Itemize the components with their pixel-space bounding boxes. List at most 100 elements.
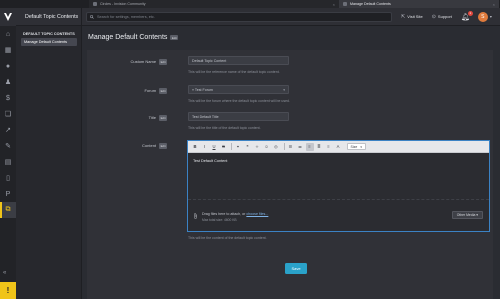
title-field[interactable]: Test Default Title bbox=[188, 112, 289, 121]
title-label: Title Edit bbox=[87, 115, 167, 121]
file-icon[interactable]: ▯ bbox=[0, 170, 16, 186]
dollar-icon[interactable]: $ bbox=[0, 90, 16, 106]
edit-tag[interactable]: Edit bbox=[159, 115, 167, 121]
strikethrough-button[interactable]: S bbox=[220, 143, 228, 151]
search-placeholder: Search for settings, members, etc. bbox=[97, 14, 155, 19]
text-color-icon[interactable]: A bbox=[334, 143, 342, 151]
bold-button[interactable]: B bbox=[191, 143, 199, 151]
quote-icon[interactable]: ❝ bbox=[244, 143, 252, 151]
user-icon[interactable]: ♟ bbox=[0, 74, 16, 90]
editor-toolbar: B I U S ⚭ ❝ ‹› ☺ ◎ ☰ ≔ ≡ ≣ ≡ A Size ▾ bbox=[188, 141, 489, 153]
support-link[interactable]: ⊙ Support bbox=[432, 14, 452, 20]
warning-icon[interactable]: ! bbox=[0, 282, 16, 299]
sidebar-item-manage-default-contents[interactable]: Manage Default Contents bbox=[21, 38, 77, 46]
support-label: Support bbox=[437, 14, 452, 19]
forum-select[interactable]: » Test Forum ▾ bbox=[188, 85, 289, 94]
top-header: Search for settings, members, etc. ⇱ Vis… bbox=[82, 8, 500, 26]
favicon-icon bbox=[343, 2, 347, 6]
rich-text-editor: B I U S ⚭ ❝ ‹› ☺ ◎ ☰ ≔ ≡ ≣ ≡ A Size ▾ Te… bbox=[187, 140, 490, 232]
dropzone-instruction: Drag files here to attach, or bbox=[202, 212, 247, 216]
pages-icon[interactable]: P bbox=[0, 186, 16, 202]
code-icon[interactable]: ‹› bbox=[253, 143, 261, 151]
sidebar-title: Default Topic Contents bbox=[16, 8, 81, 26]
forum-label-text: Forum bbox=[144, 88, 157, 93]
home-icon[interactable]: ⌂ bbox=[0, 26, 16, 42]
visit-site-label: Visit Site bbox=[407, 14, 423, 19]
spoiler-icon[interactable]: ◎ bbox=[272, 143, 280, 151]
search-input[interactable]: Search for settings, members, etc. bbox=[86, 11, 392, 22]
numbered-list-icon[interactable]: ≔ bbox=[296, 143, 304, 151]
underline-button[interactable]: U bbox=[210, 143, 218, 151]
form-panel: Custom Name Edit Default Topic Content T… bbox=[87, 50, 493, 299]
brush-icon[interactable]: ✎ bbox=[0, 138, 16, 154]
edit-tag[interactable]: Edit bbox=[159, 88, 167, 94]
favicon-icon bbox=[93, 2, 97, 6]
forum-label: Forum Edit bbox=[87, 88, 167, 94]
align-center-icon[interactable]: ≣ bbox=[315, 143, 323, 151]
toolbar-divider bbox=[231, 143, 232, 150]
main-content: Manage Default Contents Edit Custom Name… bbox=[82, 26, 500, 299]
admin-icon-rail: ⌂ ▦ ● ♟ $ ❏ ↗ ✎ ▤ ▯ P ⧉ « ! bbox=[0, 8, 16, 299]
notifications-button[interactable]: 🔔︎ 1 bbox=[461, 10, 473, 21]
search-icon bbox=[90, 14, 94, 19]
title-label-text: Title bbox=[148, 115, 157, 120]
other-media-button[interactable]: Other Media ▾ bbox=[451, 211, 483, 219]
page-title-text: Manage Default Contents bbox=[88, 34, 168, 41]
forum-value: » Test Forum bbox=[192, 87, 213, 92]
layers-icon[interactable]: ❏ bbox=[0, 106, 16, 122]
custom-name-label: Custom Name Edit bbox=[87, 59, 167, 65]
chevron-down-icon[interactable]: ▾ bbox=[490, 14, 492, 19]
visit-site-link[interactable]: ⇱ Visit Site bbox=[401, 14, 423, 20]
choose-files-link[interactable]: choose files... bbox=[246, 212, 268, 216]
content-label-text: Content bbox=[142, 143, 157, 148]
copy-icon[interactable]: ⧉ bbox=[0, 202, 16, 218]
logo-icon bbox=[4, 13, 12, 21]
chevron-down-icon: ▾ bbox=[283, 87, 285, 92]
custom-name-field[interactable]: Default Topic Content bbox=[188, 56, 289, 65]
close-tab-icon[interactable]: × bbox=[333, 2, 335, 7]
custom-name-help: This will be the reference name of the d… bbox=[188, 70, 280, 74]
dropzone-text: Drag files here to attach, or choose fil… bbox=[202, 212, 268, 216]
toolbar-divider bbox=[283, 143, 285, 150]
paperclip-icon bbox=[194, 213, 197, 219]
font-size-label: Size bbox=[350, 144, 358, 149]
content-label: Content Edit bbox=[87, 143, 167, 149]
font-size-select[interactable]: Size ▾ bbox=[346, 143, 366, 150]
support-icon: ⊙ bbox=[431, 13, 436, 20]
max-size-text: Max total size: 4600 KB bbox=[202, 218, 237, 222]
browser-tab-circles[interactable]: Circles - Invision Community × bbox=[89, 0, 339, 8]
content-help: This will be the content of the default … bbox=[188, 236, 267, 240]
close-tab-icon[interactable]: × bbox=[493, 2, 495, 7]
server-icon[interactable]: ▤ bbox=[0, 154, 16, 170]
edit-tag[interactable]: Edit bbox=[159, 59, 167, 65]
attachment-dropzone[interactable]: Drag files here to attach, or choose fil… bbox=[188, 199, 489, 231]
browser-tab-label: Circles - Invision Community bbox=[100, 2, 146, 6]
custom-name-label-text: Custom Name bbox=[130, 59, 157, 64]
link-icon[interactable]: ⚭ bbox=[234, 143, 242, 151]
chat-icon[interactable]: ● bbox=[0, 58, 16, 74]
edit-tag[interactable]: Edit bbox=[159, 143, 167, 149]
chevron-down-icon: ▾ bbox=[360, 144, 362, 149]
italic-button[interactable]: I bbox=[201, 143, 209, 151]
bullet-list-icon[interactable]: ☰ bbox=[287, 143, 295, 151]
notification-badge: 1 bbox=[467, 10, 473, 16]
grid-icon[interactable]: ▦ bbox=[0, 42, 16, 58]
custom-name-value: Default Topic Content bbox=[192, 58, 227, 63]
save-button[interactable]: Save bbox=[285, 263, 307, 274]
browser-tab-strip: Circles - Invision Community × Manage De… bbox=[0, 0, 500, 8]
editor-content-text: Test Default Content bbox=[193, 159, 228, 163]
browser-tab-label: Manage Default Contents bbox=[350, 2, 391, 6]
emoji-icon[interactable]: ☺ bbox=[263, 143, 271, 151]
align-left-icon[interactable]: ≡ bbox=[305, 142, 314, 151]
secondary-sidebar: Default Topic Contents DEFAULT TOPIC CON… bbox=[16, 8, 82, 299]
edit-tag[interactable]: Edit bbox=[170, 34, 179, 41]
avatar[interactable]: S bbox=[477, 11, 488, 22]
browser-tab-manage[interactable]: Manage Default Contents × bbox=[339, 0, 499, 8]
external-link-icon: ⇱ bbox=[401, 13, 406, 20]
page-title: Manage Default Contents Edit bbox=[88, 34, 179, 41]
chart-icon[interactable]: ↗ bbox=[0, 122, 16, 138]
app-logo[interactable] bbox=[0, 8, 16, 26]
align-right-icon[interactable]: ≡ bbox=[325, 143, 333, 151]
title-value: Test Default Title bbox=[192, 114, 219, 119]
collapse-rail-icon[interactable]: « bbox=[3, 270, 6, 276]
